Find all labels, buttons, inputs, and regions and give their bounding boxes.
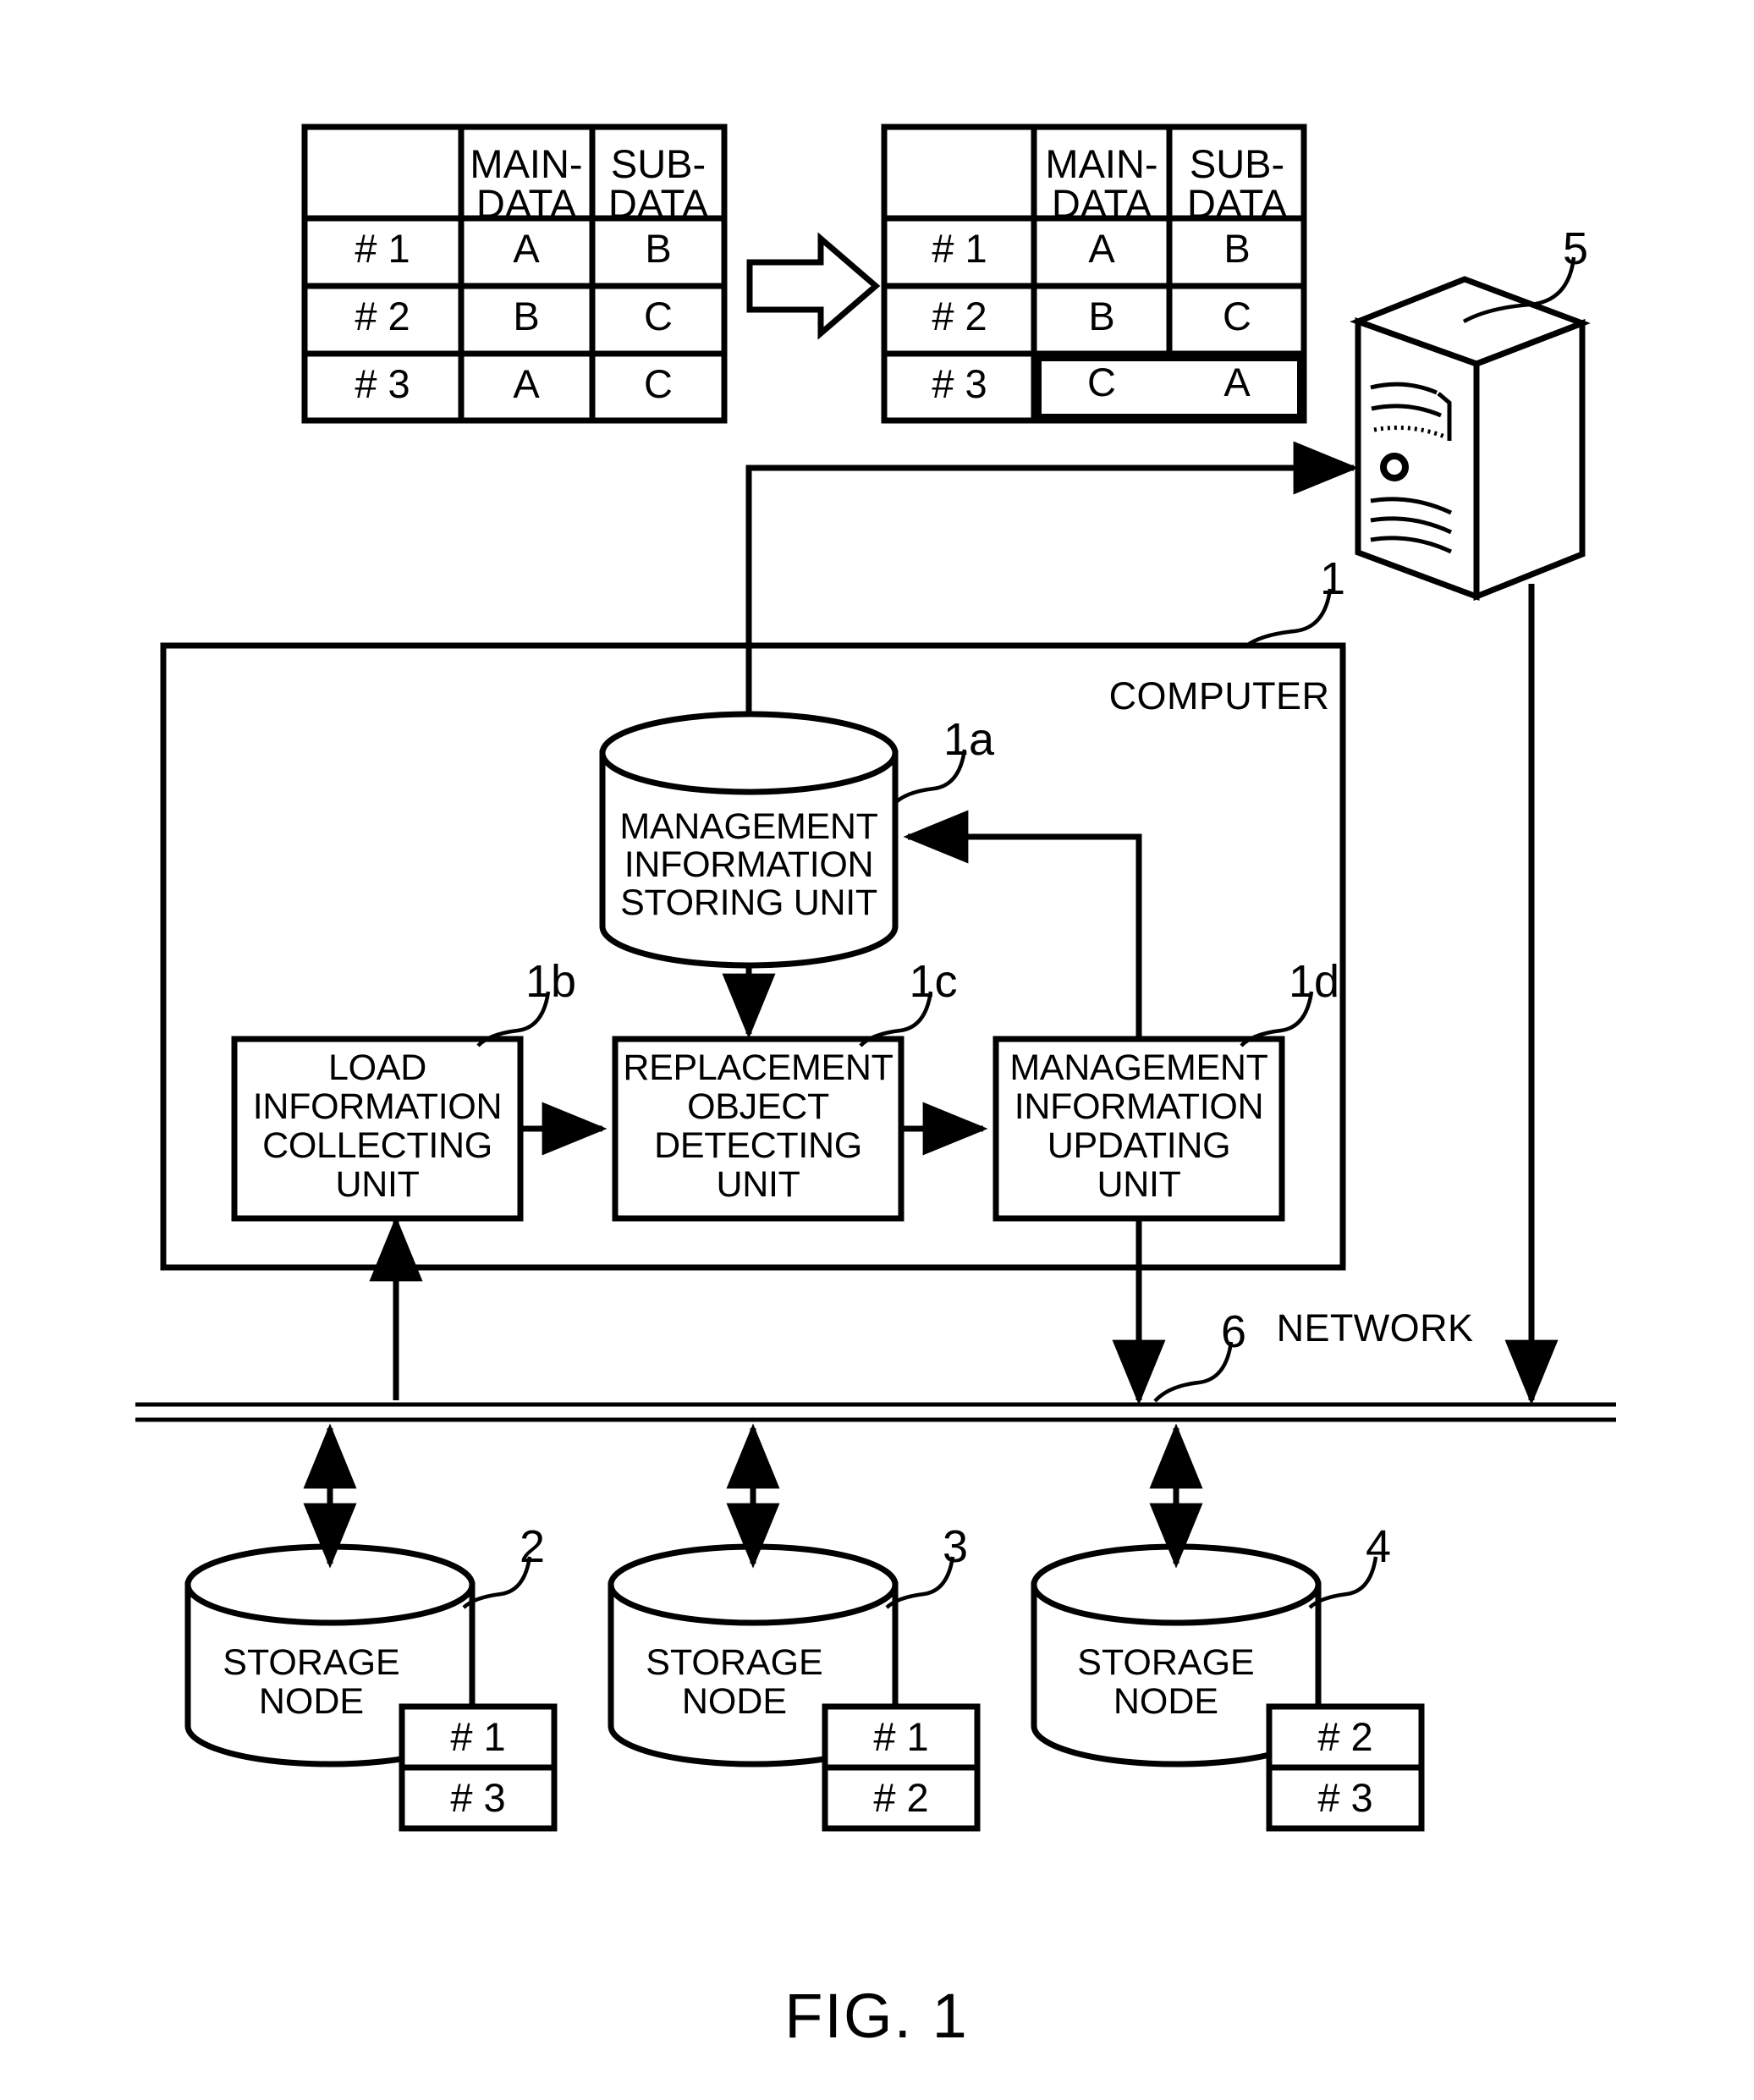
table-before-header-main: MAIN- DATA — [470, 141, 583, 226]
storage-node-2-line1: STORAGE — [223, 1642, 400, 1683]
table-after-row2-sub: A — [1223, 360, 1251, 404]
load-unit-line1: LOAD — [328, 1047, 426, 1088]
table-before-header-sub: SUB- DATA — [608, 141, 709, 226]
storage-node-3-slot-0: # 1 — [873, 1714, 929, 1759]
computer-label: COMPUTER — [1108, 674, 1330, 717]
storage-node-4-line1: STORAGE — [1077, 1642, 1255, 1683]
table-after-row1-sub: C — [1223, 294, 1251, 338]
storage-node-2-line2: NODE — [258, 1681, 365, 1722]
table-after-row1-main: B — [1088, 294, 1115, 338]
table-after-row1-id: # 2 — [932, 294, 987, 338]
table-after-row2-id: # 3 — [932, 361, 987, 406]
ref-1a-storing-unit: 1a — [943, 714, 995, 765]
storage-node-4-line2: NODE — [1113, 1681, 1219, 1722]
update-unit-line1: MANAGEMENT — [1009, 1047, 1268, 1088]
client-server-icon — [1350, 276, 1591, 602]
table-before-row0-sub: B — [645, 226, 672, 271]
storage-node-2-slot-1: # 3 — [450, 1775, 506, 1820]
table-after-header-sub: SUB- DATA — [1186, 141, 1288, 226]
ref-3-storage-node: 3 — [942, 1521, 969, 1572]
load-unit-line4: UNIT — [335, 1164, 420, 1205]
table-before-row2-main: A — [513, 361, 540, 406]
table-after-row0-main: A — [1088, 226, 1115, 271]
table-before-row1-main: B — [513, 294, 540, 338]
ref-1c-detect-unit: 1c — [909, 956, 958, 1007]
table-before-row2-id: # 3 — [355, 361, 410, 406]
patent-figure: MAIN- DATA SUB- DATA # 1 A B # 2 B C # 3… — [0, 0, 1754, 2100]
ref-4-storage-node: 4 — [1365, 1521, 1392, 1572]
table-after-header-main: MAIN- DATA — [1045, 141, 1158, 226]
storing-unit-line2: INFORMATION — [624, 844, 874, 885]
table-after-row0-id: # 1 — [932, 226, 987, 271]
table-after-row0-sub: B — [1223, 226, 1251, 271]
ref-2-storage-node: 2 — [519, 1521, 546, 1572]
table-before-row1-sub: C — [644, 294, 673, 338]
network-bus — [135, 1402, 1616, 1422]
detect-unit-line3: DETECTING — [654, 1125, 862, 1166]
update-unit-line4: UNIT — [1097, 1164, 1181, 1205]
storage-node-4-slot-0: # 2 — [1317, 1714, 1373, 1759]
table-before-row1-id: # 2 — [355, 294, 410, 338]
ref-5-client: 5 — [1562, 223, 1589, 274]
network-label: NETWORK — [1276, 1306, 1474, 1350]
storing-unit-line1: MANAGEMENT — [619, 806, 878, 847]
detect-unit-line2: OBJECT — [687, 1086, 829, 1127]
ref-1d-update-unit: 1d — [1288, 956, 1340, 1007]
detect-unit-line1: REPLACEMENT — [623, 1047, 893, 1088]
table-before-row0-id: # 1 — [355, 226, 410, 271]
load-unit-line3: COLLECTING — [262, 1125, 492, 1166]
transform-block-arrow — [746, 232, 881, 340]
table-before-row2-sub: C — [644, 361, 673, 406]
storage-node-3-slot-1: # 2 — [873, 1775, 929, 1820]
figure-caption: FIG. 1 — [784, 1981, 969, 2051]
storage-node-3-line2: NODE — [681, 1681, 788, 1722]
storage-node-3-line1: STORAGE — [646, 1642, 823, 1683]
storage-node-2-slot-0: # 1 — [450, 1714, 506, 1759]
storing-unit-line3: STORING UNIT — [620, 882, 877, 923]
update-unit-line3: UPDATING — [1047, 1125, 1231, 1166]
table-after-row2-main: C — [1087, 360, 1116, 404]
ref-1b-load-unit: 1b — [525, 956, 577, 1007]
ref-1-computer: 1 — [1319, 553, 1346, 604]
storage-node-4-slot-1: # 3 — [1317, 1775, 1373, 1820]
detect-unit-line4: UNIT — [716, 1164, 800, 1205]
table-before-row0-main: A — [513, 226, 540, 271]
ref-6-network: 6 — [1220, 1306, 1247, 1357]
update-unit-line2: INFORMATION — [1014, 1086, 1264, 1127]
load-unit-line2: INFORMATION — [252, 1086, 503, 1127]
